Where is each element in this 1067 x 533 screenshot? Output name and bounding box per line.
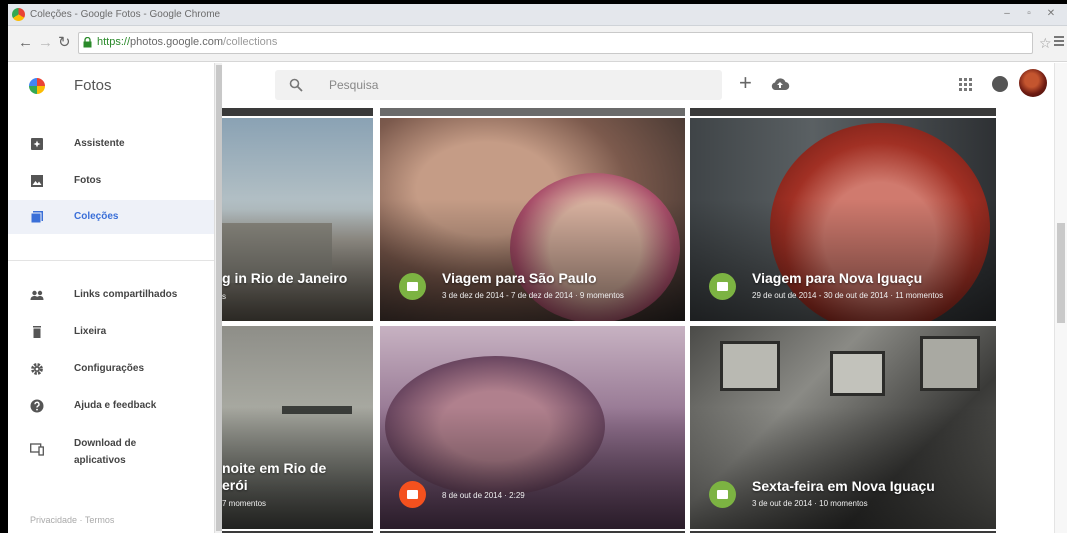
sidebar-item-download-apps[interactable]: Download de aplicativos — [8, 426, 214, 474]
sidebar-item-label: Download de aplicativos — [74, 438, 137, 466]
chrome-favicon-icon — [12, 8, 25, 21]
drawer-divider — [8, 260, 214, 261]
assistant-icon — [31, 138, 43, 150]
collection-meta: 3 de out de 2014 · 10 momentos — [752, 499, 868, 508]
bookmark-star-icon[interactable]: ☆ — [1039, 35, 1052, 51]
sidebar-item-label: Lixeira — [74, 326, 107, 337]
collection-badge-icon — [709, 273, 736, 300]
sidebar-item-label: Ajuda e feedback — [74, 400, 157, 411]
browser-window: Coleções - Google Fotos - Google Chrome … — [8, 4, 1067, 533]
painting-shape — [920, 336, 980, 391]
collection-meta: 7 momentos — [222, 499, 267, 508]
minimize-button[interactable]: – — [998, 7, 1016, 21]
collection-meta: 29 de out de 2014 - 30 de out de 2014 · … — [752, 291, 944, 300]
sidebar-item-photos[interactable]: Fotos — [8, 164, 214, 198]
photos-icon — [31, 175, 43, 187]
back-arrow-icon[interactable]: ← — [18, 35, 33, 51]
shared-links-icon — [30, 290, 44, 300]
trash-icon — [33, 326, 41, 338]
window-title: Coleções - Google Fotos - Google Chrome — [30, 9, 221, 20]
scrollbar-thumb[interactable] — [1057, 223, 1065, 323]
sidebar-item-assistant[interactable]: Assistente — [8, 127, 214, 161]
collection-title: noite em Rio de — [222, 460, 327, 476]
sidebar-item-label: Configurações — [74, 363, 145, 374]
search-box[interactable]: Pesquisa — [275, 70, 722, 100]
create-plus-icon[interactable]: + — [739, 72, 752, 94]
app-header: Pesquisa + — [222, 63, 1053, 108]
collection-title: Sexta-feira em Nova Iguaçu — [752, 478, 935, 494]
collection-badge-icon — [399, 481, 426, 508]
gear-icon — [31, 363, 43, 375]
collection-title-line2: erói — [222, 477, 248, 493]
collection-meta: 8 de out de 2014 · 2:29 — [442, 491, 525, 500]
search-input[interactable]: Pesquisa — [329, 78, 378, 92]
page-content: Pesquisa + g in Rio de Janeiro s Viagem … — [8, 63, 1067, 533]
sidebar-item-label: Links compartilhados — [74, 289, 178, 300]
collection-title: Viagem para Nova Iguaçu — [752, 270, 923, 286]
collection-badge-icon — [399, 273, 426, 300]
collection-card[interactable]: noite em Rio de erói 7 momentos — [222, 326, 373, 529]
upload-cloud-icon[interactable] — [770, 76, 790, 92]
sidebar-item-label: Coleções — [74, 211, 119, 222]
photos-logo-icon — [29, 78, 45, 94]
painting-shape — [720, 341, 780, 391]
address-bar[interactable]: https://photos.google.com/collections — [78, 32, 1033, 54]
notifications-icon[interactable] — [992, 76, 1008, 92]
sidebar-item-shared-links[interactable]: Links compartilhados — [8, 278, 214, 312]
url-path: /collections — [222, 36, 278, 48]
reload-icon[interactable]: ↻ — [58, 35, 71, 51]
screen: Coleções - Google Fotos - Google Chrome … — [0, 0, 1067, 533]
collection-meta: 3 de dez de 2014 - 7 de dez de 2014 · 9 … — [442, 291, 624, 300]
app-title: Fotos — [74, 77, 112, 94]
collections-icon — [30, 211, 43, 224]
collection-card[interactable]: 8 de out de 2014 · 2:29 — [380, 326, 685, 529]
collection-card[interactable]: Viagem para Nova Iguaçu 29 de out de 201… — [690, 118, 996, 321]
lock-icon — [83, 37, 92, 48]
chrome-menu-icon[interactable] — [1054, 36, 1064, 46]
collection-card[interactable]: g in Rio de Janeiro s — [222, 118, 373, 321]
row-separator — [690, 108, 996, 116]
download-apps-icon — [30, 443, 44, 456]
browser-toolbar: ← → ↻ https://photos.google.com/collecti… — [8, 26, 1067, 62]
sidebar-item-label: Fotos — [74, 175, 102, 186]
close-window-button[interactable]: ✕ — [1042, 7, 1060, 21]
url-text: https://photos.google.com/collections — [97, 36, 277, 48]
scrollbar-thumb[interactable] — [216, 65, 222, 531]
page-scrollbar[interactable] — [1054, 63, 1067, 533]
drawer-footer-links[interactable]: Privacidade · Termos — [30, 515, 114, 525]
collection-badge-icon — [709, 481, 736, 508]
collection-title: Viagem para São Paulo — [442, 270, 597, 286]
row-separator — [222, 108, 373, 116]
sidebar-item-label: Assistente — [74, 138, 125, 149]
sidebar-item-collections[interactable]: Coleções — [8, 200, 214, 234]
drawer-scrollbar[interactable] — [214, 63, 222, 533]
forward-arrow-icon[interactable]: → — [38, 35, 53, 51]
url-host: photos.google.com — [130, 36, 223, 48]
sidebar-item-trash[interactable]: Lixeira — [8, 315, 214, 349]
collections-grid: g in Rio de Janeiro s Viagem para São Pa… — [222, 108, 1053, 533]
account-avatar[interactable] — [1019, 69, 1047, 97]
search-icon — [289, 78, 303, 92]
title-bar: Coleções - Google Fotos - Google Chrome … — [8, 4, 1067, 26]
help-icon — [30, 399, 44, 413]
collection-title: g in Rio de Janeiro — [222, 270, 348, 286]
sidebar-item-help[interactable]: Ajuda e feedback — [8, 389, 214, 423]
url-scheme: https:// — [97, 36, 131, 48]
painting-shape — [830, 351, 885, 396]
apps-grid-icon[interactable] — [959, 78, 972, 91]
maximize-button[interactable]: ▫ — [1020, 7, 1038, 21]
row-separator — [380, 108, 685, 116]
sidebar-item-settings[interactable]: Configurações — [8, 352, 214, 386]
collection-card[interactable]: Sexta-feira em Nova Iguaçu 3 de out de 2… — [690, 326, 996, 529]
nav-drawer: Fotos Assistente Fotos Coleções Links co… — [8, 63, 222, 533]
collection-meta: s — [222, 292, 226, 301]
collection-card[interactable]: Viagem para São Paulo 3 de dez de 2014 -… — [380, 118, 685, 321]
